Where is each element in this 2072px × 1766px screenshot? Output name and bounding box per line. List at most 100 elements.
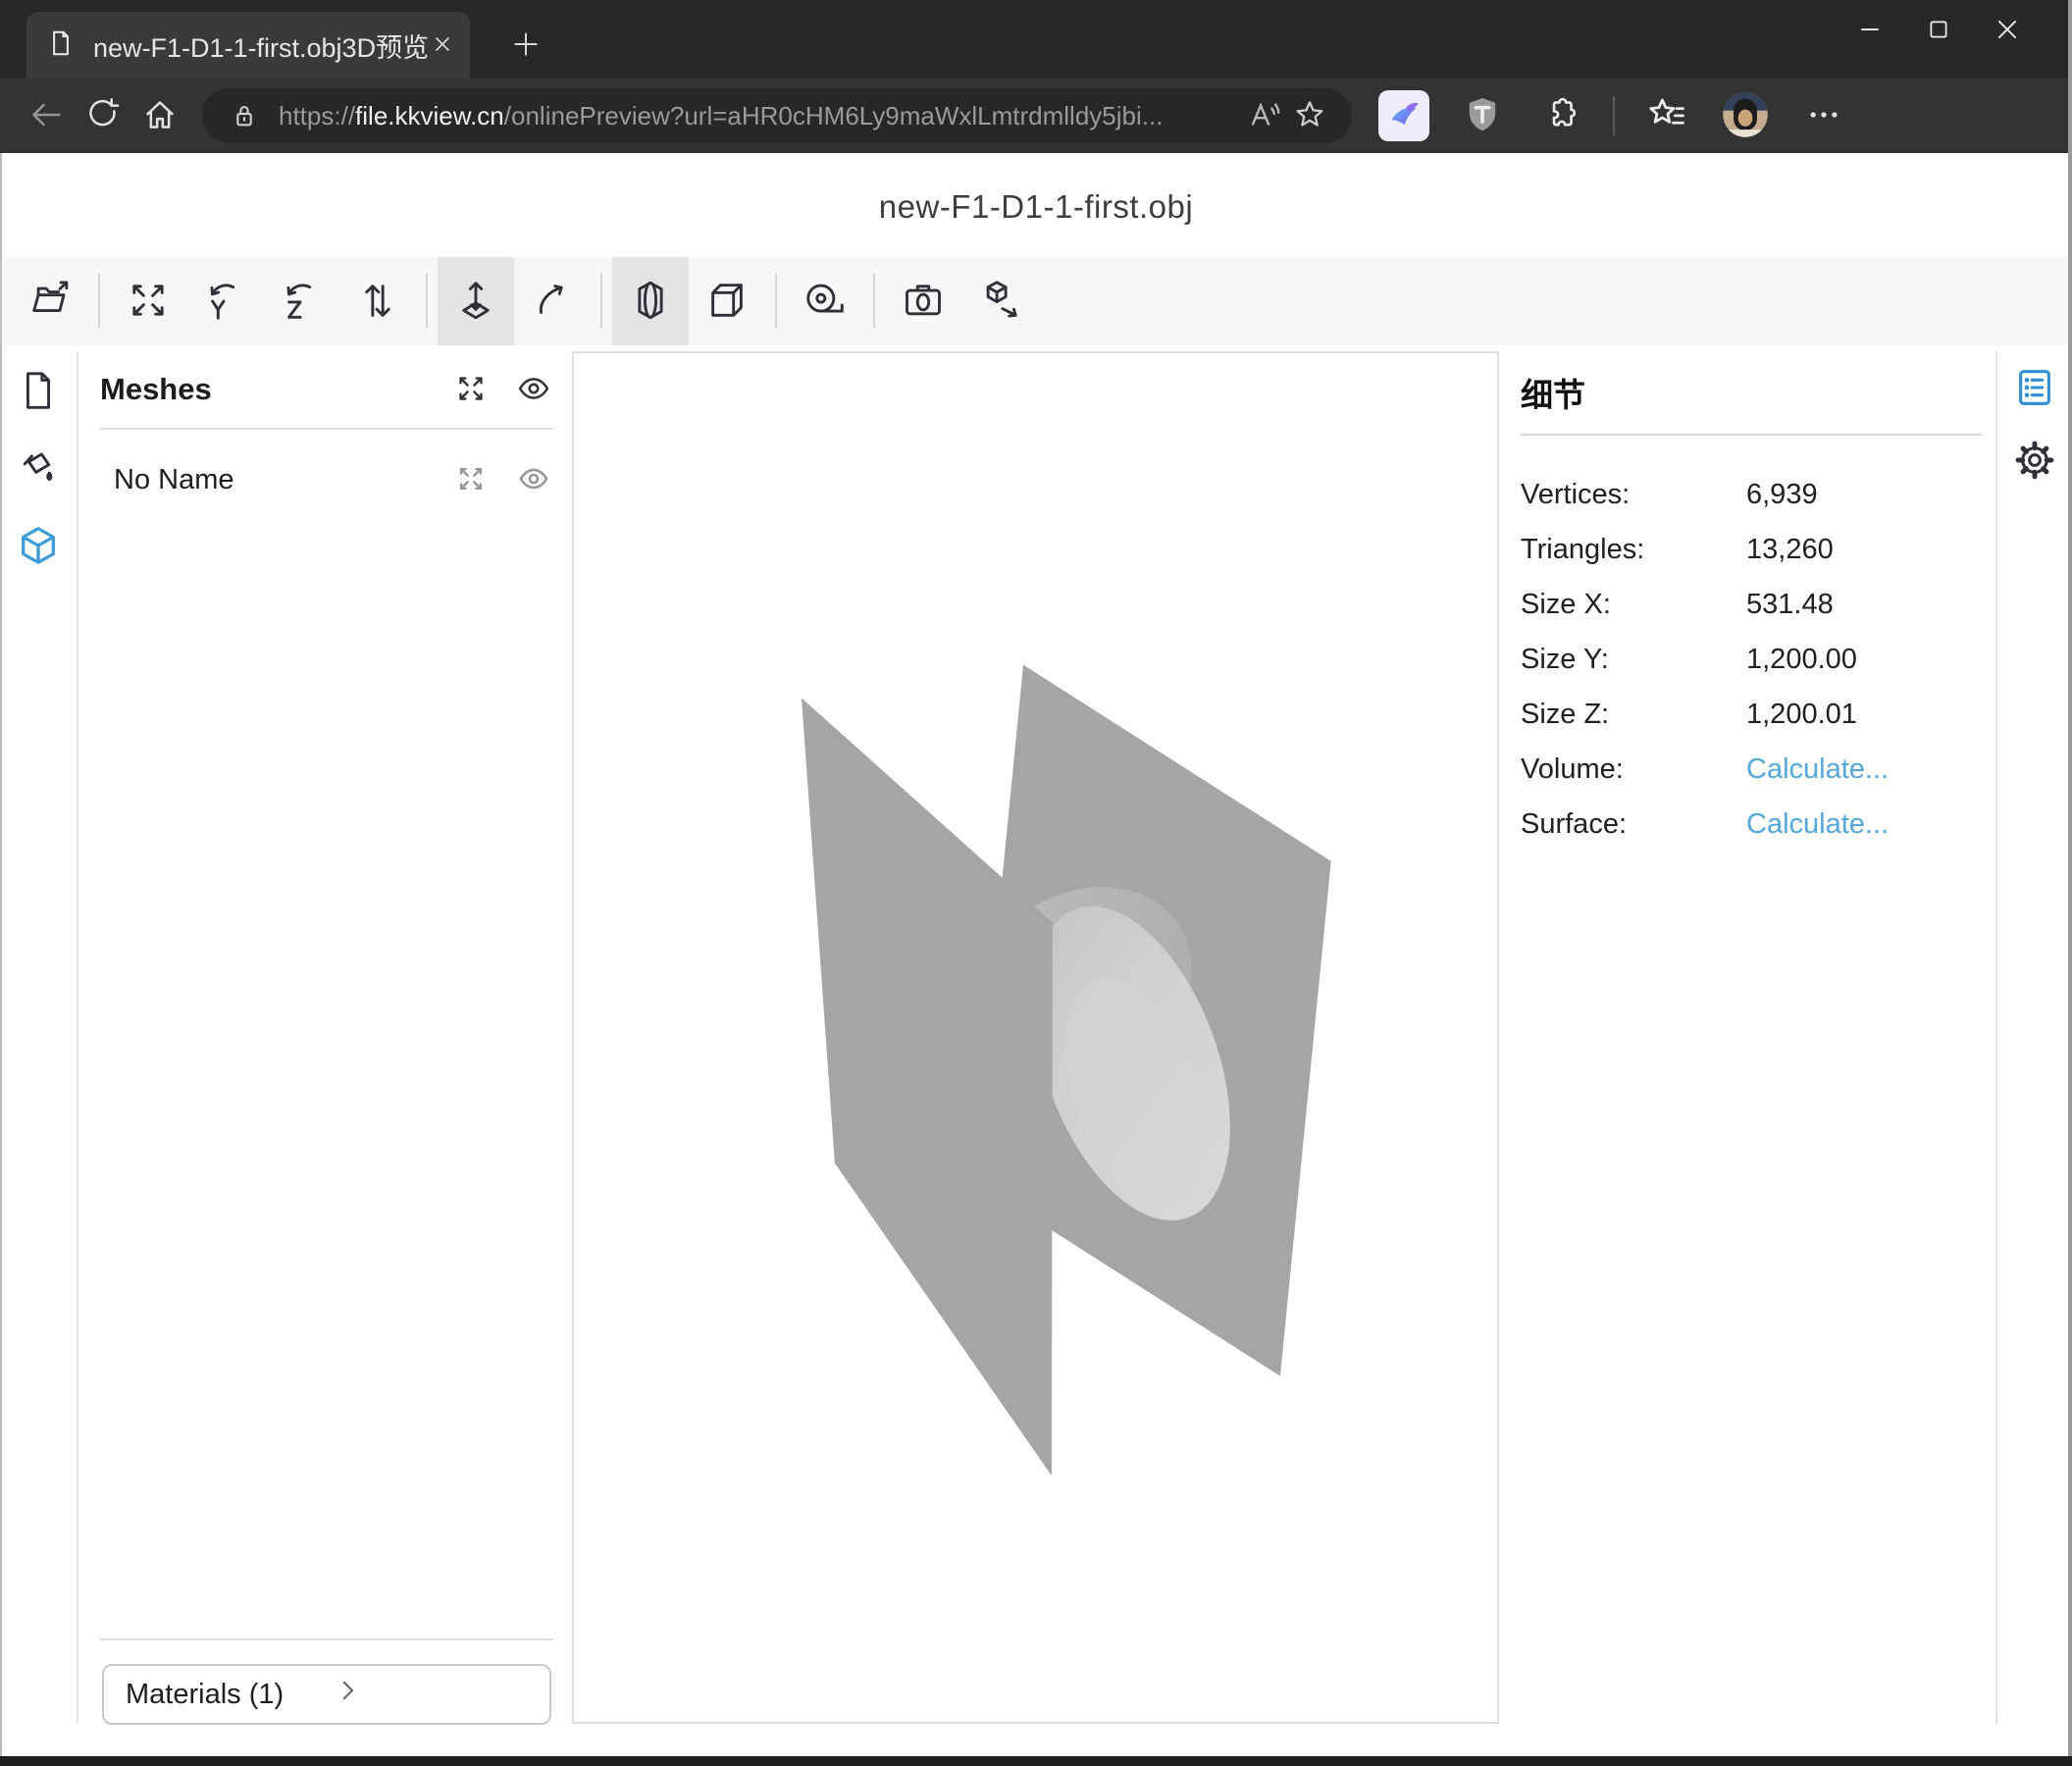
puzzle-icon [1540,94,1581,138]
star-icon [1292,97,1327,135]
detail-row-size-y: Size Y: 1,200.00 [1521,632,1982,687]
cube-export-icon [977,278,1022,326]
browser-tab[interactable]: new-F1-D1-1-first.obj3D预览 [26,12,470,78]
materials-button[interactable]: Materials (1) [102,1664,551,1725]
window-minimize-button[interactable] [1839,0,1901,61]
new-tab-button[interactable] [502,22,549,69]
lock-icon [222,93,267,138]
mesh-name: No Name [114,464,451,496]
viewer-page: new-F1-D1-1-first.obj [0,153,2072,1766]
home-icon [140,95,180,137]
back-button[interactable] [18,87,75,144]
panel-divider [100,1638,553,1640]
materials-button-label: Materials (1) [126,1679,333,1711]
details-tab-button[interactable] [2011,365,2058,412]
url-scheme: https:// [279,101,355,130]
open-model-button[interactable] [12,257,88,345]
toolbar-divider [600,274,602,329]
model-viewport[interactable] [572,351,1499,1724]
home-button[interactable] [131,87,188,144]
refresh-icon [83,95,123,137]
toolbar-divider [873,274,875,329]
toggle-all-visibility-button[interactable] [514,370,553,409]
export-model-button[interactable] [961,257,1038,345]
extensions-button[interactable] [1534,89,1587,142]
profile-button[interactable] [1719,89,1772,142]
settings-button[interactable] [2011,438,2058,485]
toolbar-divider [98,274,100,329]
right-icon-rail [1995,351,2072,1724]
open-file-icon [27,278,73,326]
ellipsis-icon [1804,95,1843,137]
meshes-panel: Meshes No Name [78,351,569,1744]
more-menu-button[interactable] [1797,89,1850,142]
expand-arrows-icon [126,278,171,326]
set-z-axis-up-button[interactable] [263,257,339,345]
sidebar-item-model-files[interactable] [14,367,63,416]
window-right-border [2068,0,2072,1766]
flip-arrows-icon [355,278,400,326]
orthographic-camera-button[interactable] [689,257,765,345]
perspective-camera-icon [628,278,673,326]
gear-icon [2012,438,2057,486]
window-maximize-button[interactable] [1907,0,1970,61]
url-bar[interactable]: https://file.kkview.cn/onlinePreview?url… [202,88,1352,143]
fit-to-window-button[interactable] [110,257,186,345]
sidebar-item-meshes[interactable] [14,522,63,571]
model-3d-render [574,353,1497,1722]
fit-mesh-button[interactable] [451,460,491,499]
rotate-z-up-icon [279,278,324,326]
meshes-panel-title: Meshes [100,372,451,407]
bookmark-star-button[interactable] [1287,93,1332,138]
perspective-camera-button[interactable] [612,257,689,345]
page-favicon-icon [46,28,76,63]
calculate-surface-link[interactable]: Calculate... [1746,808,1889,841]
detail-row-surface: Surface: Calculate... [1521,797,1982,852]
tab-title: new-F1-D1-1-first.obj3D预览 [93,26,431,65]
chevron-right-icon [333,1676,540,1713]
set-y-axis-up-button[interactable] [186,257,263,345]
page-title: new-F1-D1-1-first.obj [0,188,2072,226]
details-list-icon [2012,365,2057,413]
expand-arrows-icon [454,372,488,408]
rotate-y-up-icon [202,278,247,326]
refresh-button[interactable] [75,87,131,144]
measure-button[interactable] [787,257,863,345]
camera-icon [901,278,946,326]
calculate-volume-link[interactable]: Calculate... [1746,753,1889,786]
minimize-icon [1855,15,1885,47]
favorites-button[interactable] [1640,89,1693,142]
url-text: https://file.kkview.cn/onlinePreview?url… [279,101,1242,131]
toolbar-divider [1613,96,1615,135]
cube-icon [704,278,750,326]
panel-divider [1521,434,1982,436]
read-aloud-button[interactable] [1242,93,1287,138]
detail-row-size-x: Size X: 531.48 [1521,577,1982,632]
maximize-icon [1925,16,1952,46]
tab-close-button[interactable] [431,32,454,59]
detail-row-vertices: Vertices: 6,939 [1521,467,1982,522]
toggle-mesh-visibility-button[interactable] [514,460,553,499]
fit-all-meshes-button[interactable] [451,370,491,409]
window-left-border [0,153,2,1766]
browser-navbar: https://file.kkview.cn/onlinePreview?url… [0,78,2072,153]
xunlei-extension-button[interactable] [1377,89,1430,142]
viewer-content: Meshes No Name [0,351,2072,1766]
mesh-list-item[interactable]: No Name [114,451,553,508]
paint-bucket-icon [16,444,61,493]
tampermonkey-extension-button[interactable] [1456,89,1509,142]
sidebar-item-materials[interactable] [14,443,63,493]
fixed-up-vector-button[interactable] [438,257,514,345]
window-close-button[interactable] [1976,0,2039,61]
extension-area [1377,89,1850,142]
detail-row-size-z: Size Z: 1,200.01 [1521,687,1982,742]
left-icon-rail [0,351,78,1724]
window-bottom-border [0,1756,2072,1766]
url-path: /onlinePreview?url=aHR0cHM6Ly9maWxlLmtrd… [504,101,1164,130]
browser-titlebar: new-F1-D1-1-first.obj3D预览 [0,0,2072,78]
axis-up-diamond-icon [453,278,498,326]
snapshot-button[interactable] [885,257,961,345]
tape-measure-icon [803,278,848,326]
flip-up-vector-button[interactable] [339,257,416,345]
free-orbit-button[interactable] [514,257,591,345]
